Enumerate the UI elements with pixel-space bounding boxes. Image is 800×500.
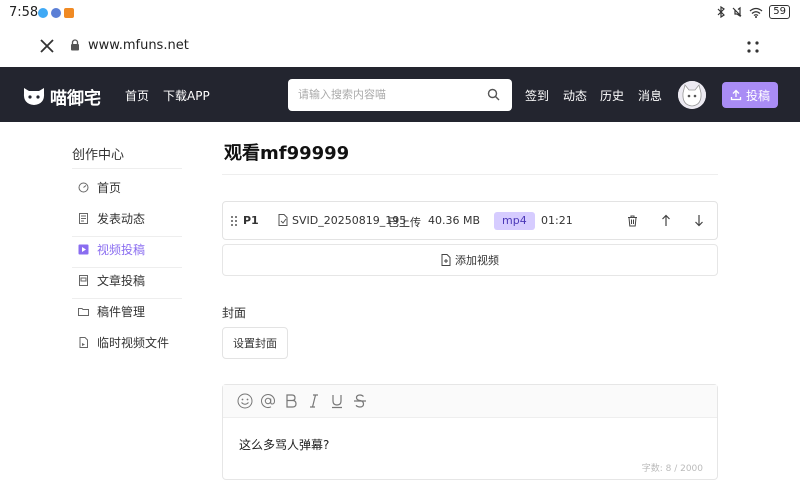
notification-dot-icon — [38, 8, 48, 18]
app-notification-icon — [51, 8, 61, 18]
move-down-icon[interactable] — [694, 214, 704, 227]
sidebar-item-post-activity[interactable]: 发表动态 — [72, 203, 182, 234]
underline-icon[interactable] — [328, 393, 345, 410]
lock-icon — [71, 39, 79, 51]
mute-icon — [732, 6, 742, 18]
site-logo[interactable]: 喵御宅 — [22, 84, 101, 109]
sidebar-item-temp-video-files[interactable]: 临时视频文件 — [72, 327, 182, 358]
battery-indicator: 59 — [769, 5, 790, 19]
status-right: 59 — [717, 5, 790, 19]
char-count: 字数: 8 / 2000 — [641, 464, 703, 474]
wifi-icon — [749, 7, 763, 18]
logo-text: 喵御宅 — [50, 89, 101, 109]
nav-link-activity[interactable]: 动态 — [563, 87, 587, 104]
sidebar-item-video-upload[interactable]: 视频投稿 — [72, 234, 182, 265]
search-box — [288, 79, 512, 111]
cover-section-label: 封面 — [222, 306, 247, 320]
file-icon — [278, 214, 288, 226]
upload-status: 已上传 — [388, 216, 421, 229]
nav-link-history[interactable]: 历史 — [600, 87, 624, 104]
sidebar-title: 创作中心 — [72, 148, 125, 163]
sidebar-item-home[interactable]: 首页 — [72, 172, 182, 203]
close-tab-icon[interactable] — [38, 37, 56, 55]
upload-button[interactable]: 投稿 — [722, 82, 778, 108]
file-size: 40.36 MB — [428, 214, 481, 227]
status-bar: 7:58 59 — [0, 0, 800, 26]
user-avatar[interactable] — [678, 81, 706, 109]
sidebar-item-article-upload[interactable]: 文章投稿 — [72, 265, 182, 296]
sidebar-item-label: 临时视频文件 — [97, 336, 170, 350]
sidebar-item-label: 稿件管理 — [97, 305, 146, 319]
page-title[interactable]: 观看mf99999 — [224, 139, 349, 165]
editor-toolbar — [223, 385, 717, 418]
emoji-icon[interactable] — [236, 393, 253, 410]
bluetooth-icon — [717, 6, 726, 18]
italic-icon[interactable] — [305, 393, 322, 410]
mention-icon[interactable] — [259, 393, 276, 410]
strikethrough-icon[interactable] — [351, 393, 368, 410]
bold-icon[interactable] — [282, 393, 299, 410]
search-icon[interactable] — [487, 88, 500, 101]
sidebar-item-label: 视频投稿 — [97, 243, 146, 257]
add-video-label: 添加视频 — [455, 254, 499, 267]
description-editor: 这么多骂人弹幕? 字数: 8 / 2000 — [222, 384, 718, 480]
format-badge: mp4 — [494, 212, 535, 230]
article-icon — [79, 275, 88, 286]
cat-logo-icon — [23, 87, 45, 105]
avatar-image-icon — [678, 81, 706, 109]
set-cover-button[interactable]: 设置封面 — [222, 327, 288, 359]
sidebar-item-manuscript-manage[interactable]: 稿件管理 — [72, 296, 182, 327]
add-video-button[interactable]: 添加视频 — [222, 244, 718, 276]
video-duration: 01:21 — [541, 214, 573, 227]
browser-address-bar: www.mfuns.net — [0, 26, 800, 67]
dashboard-icon — [78, 182, 89, 193]
upload-icon — [730, 89, 742, 101]
sidebar-item-label: 发表动态 — [97, 212, 146, 226]
move-up-icon[interactable] — [661, 214, 671, 227]
status-time: 7:58 — [9, 5, 39, 20]
editor-content[interactable]: 这么多骂人弹幕? — [239, 436, 329, 453]
part-label: P1 — [243, 214, 259, 227]
rss-notification-icon — [64, 8, 74, 18]
upload-label: 投稿 — [745, 88, 770, 103]
page-root: 7:58 59 www.mfuns.net 喵御宅 首页 下载APP 签到 动态 — [0, 0, 800, 500]
title-underline — [222, 174, 718, 175]
nav-link-checkin[interactable]: 签到 — [525, 87, 549, 104]
sidebar-item-label: 文章投稿 — [97, 274, 146, 288]
add-file-icon — [441, 254, 451, 266]
url-text[interactable]: www.mfuns.net — [88, 38, 189, 53]
site-nav: 喵御宅 首页 下载APP 签到 动态 历史 消息 投稿 — [0, 67, 800, 122]
video-icon — [78, 244, 89, 255]
sidebar-item-label: 首页 — [97, 181, 122, 195]
trash-icon[interactable] — [627, 215, 638, 227]
more-options-icon[interactable] — [745, 39, 761, 55]
drag-handle-icon[interactable] — [230, 215, 238, 227]
video-file-row: P1 SVID_20250819_195 已上传 40.36 MB mp4 01… — [222, 201, 718, 240]
nav-link-download-app[interactable]: 下载APP — [163, 87, 210, 104]
nav-link-messages[interactable]: 消息 — [638, 87, 662, 104]
document-icon — [79, 213, 88, 224]
file-icon — [79, 337, 88, 348]
folder-icon — [78, 308, 89, 316]
search-input[interactable] — [298, 79, 488, 109]
nav-link-home[interactable]: 首页 — [125, 87, 149, 104]
sidebar-divider — [72, 168, 182, 169]
